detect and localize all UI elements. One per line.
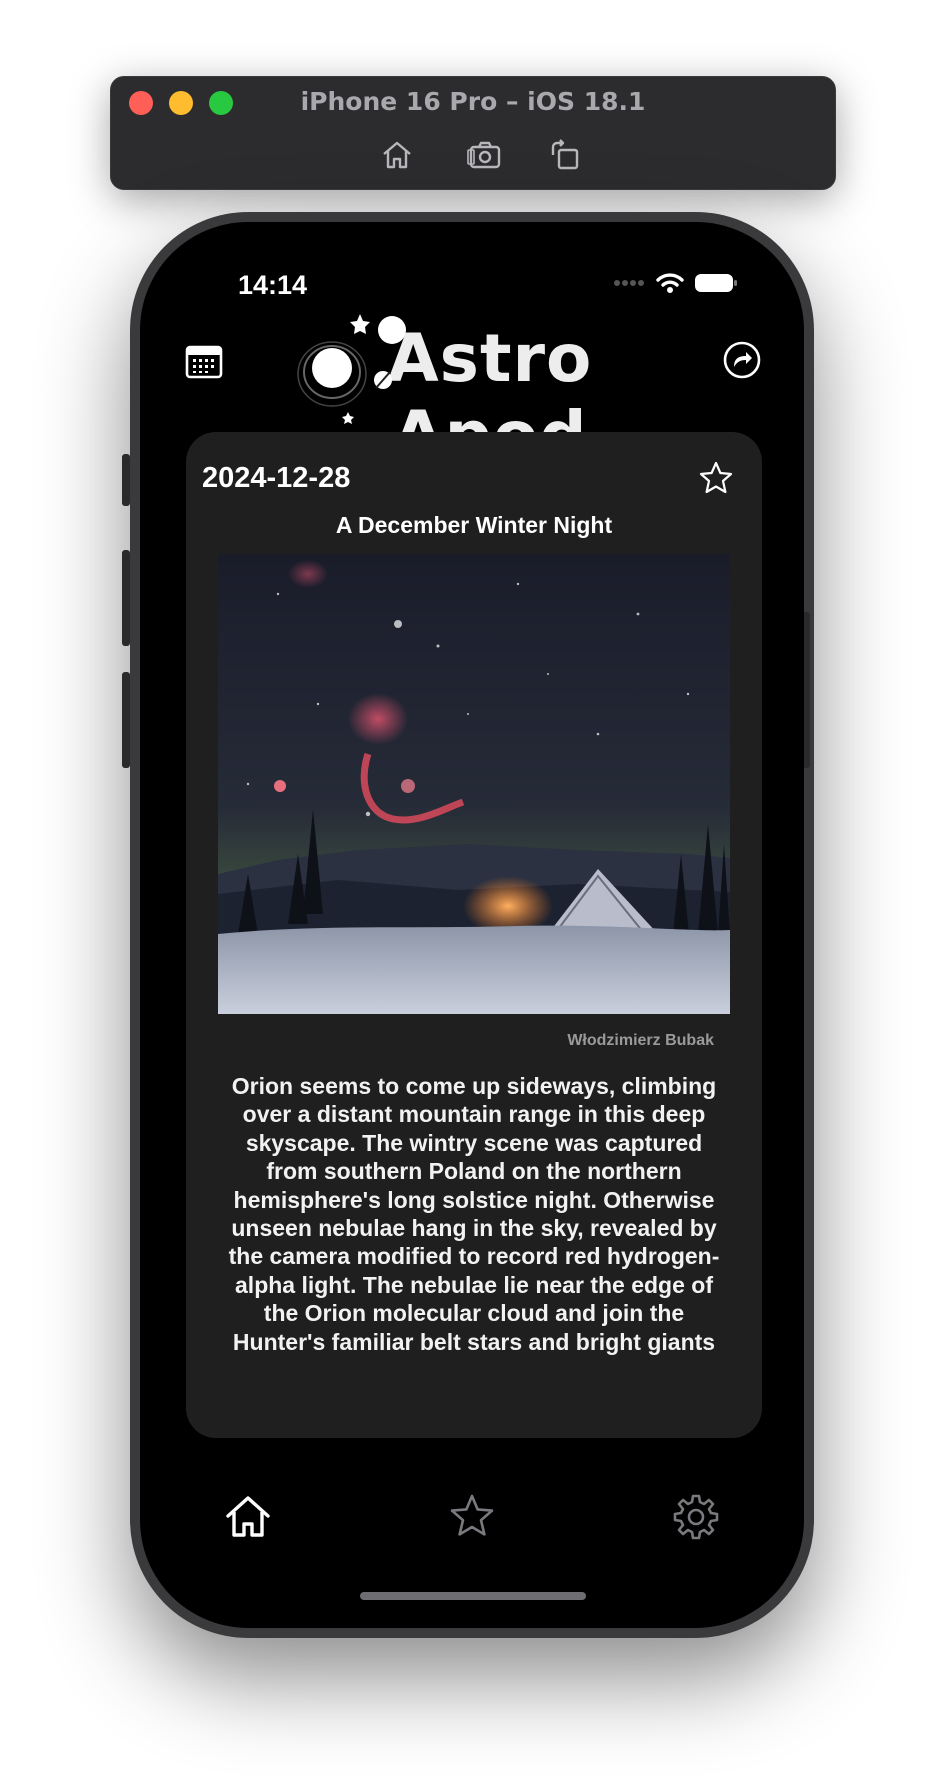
star-icon	[699, 461, 733, 494]
screenshot-icon[interactable]	[467, 137, 503, 173]
apod-title: A December Winter Night	[335, 512, 613, 538]
home-icon[interactable]	[379, 137, 415, 173]
cellular-signal-icon	[614, 280, 644, 286]
share-icon	[723, 341, 761, 379]
volume-down-button[interactable]	[122, 672, 130, 768]
apod-photo	[218, 554, 730, 1014]
share-button[interactable]	[722, 340, 762, 380]
wifi-icon	[656, 273, 684, 293]
app-logo: Astro Apod	[280, 314, 700, 474]
home-icon	[226, 1496, 270, 1537]
logo-planets-icon	[297, 314, 406, 424]
apod-date: 2024-12-28	[202, 462, 351, 494]
apod-copyright: Włodzimierz Bubak	[567, 1032, 714, 1049]
tab-favorites[interactable]	[448, 1492, 496, 1540]
simulator-window-bar: iPhone 16 Pro – iOS 18.1	[110, 76, 836, 190]
action-button[interactable]	[122, 454, 130, 506]
status-indicators	[614, 272, 738, 294]
battery-icon	[695, 274, 737, 292]
home-indicator[interactable]	[360, 1592, 586, 1600]
apod-image[interactable]	[218, 554, 730, 1014]
favorite-button[interactable]	[698, 460, 734, 496]
tab-settings[interactable]	[672, 1492, 720, 1540]
calendar-button[interactable]	[184, 342, 224, 382]
rotate-icon[interactable]	[547, 137, 583, 173]
simulator-title: iPhone 16 Pro – iOS 18.1	[300, 87, 646, 116]
status-time: 14:14	[238, 270, 308, 300]
apod-card: 2024-12-28 A December Winter Night Włodz…	[186, 432, 762, 1438]
calendar-icon	[185, 345, 223, 379]
tab-home[interactable]	[224, 1492, 272, 1540]
star-icon	[450, 1494, 494, 1536]
gear-icon	[673, 1494, 719, 1540]
volume-up-button[interactable]	[122, 550, 130, 646]
apod-explanation: Orion seems to come up sideways, climbin…	[228, 1073, 720, 1355]
phone-screen: 14:14 Astro Apod	[140, 222, 804, 1628]
